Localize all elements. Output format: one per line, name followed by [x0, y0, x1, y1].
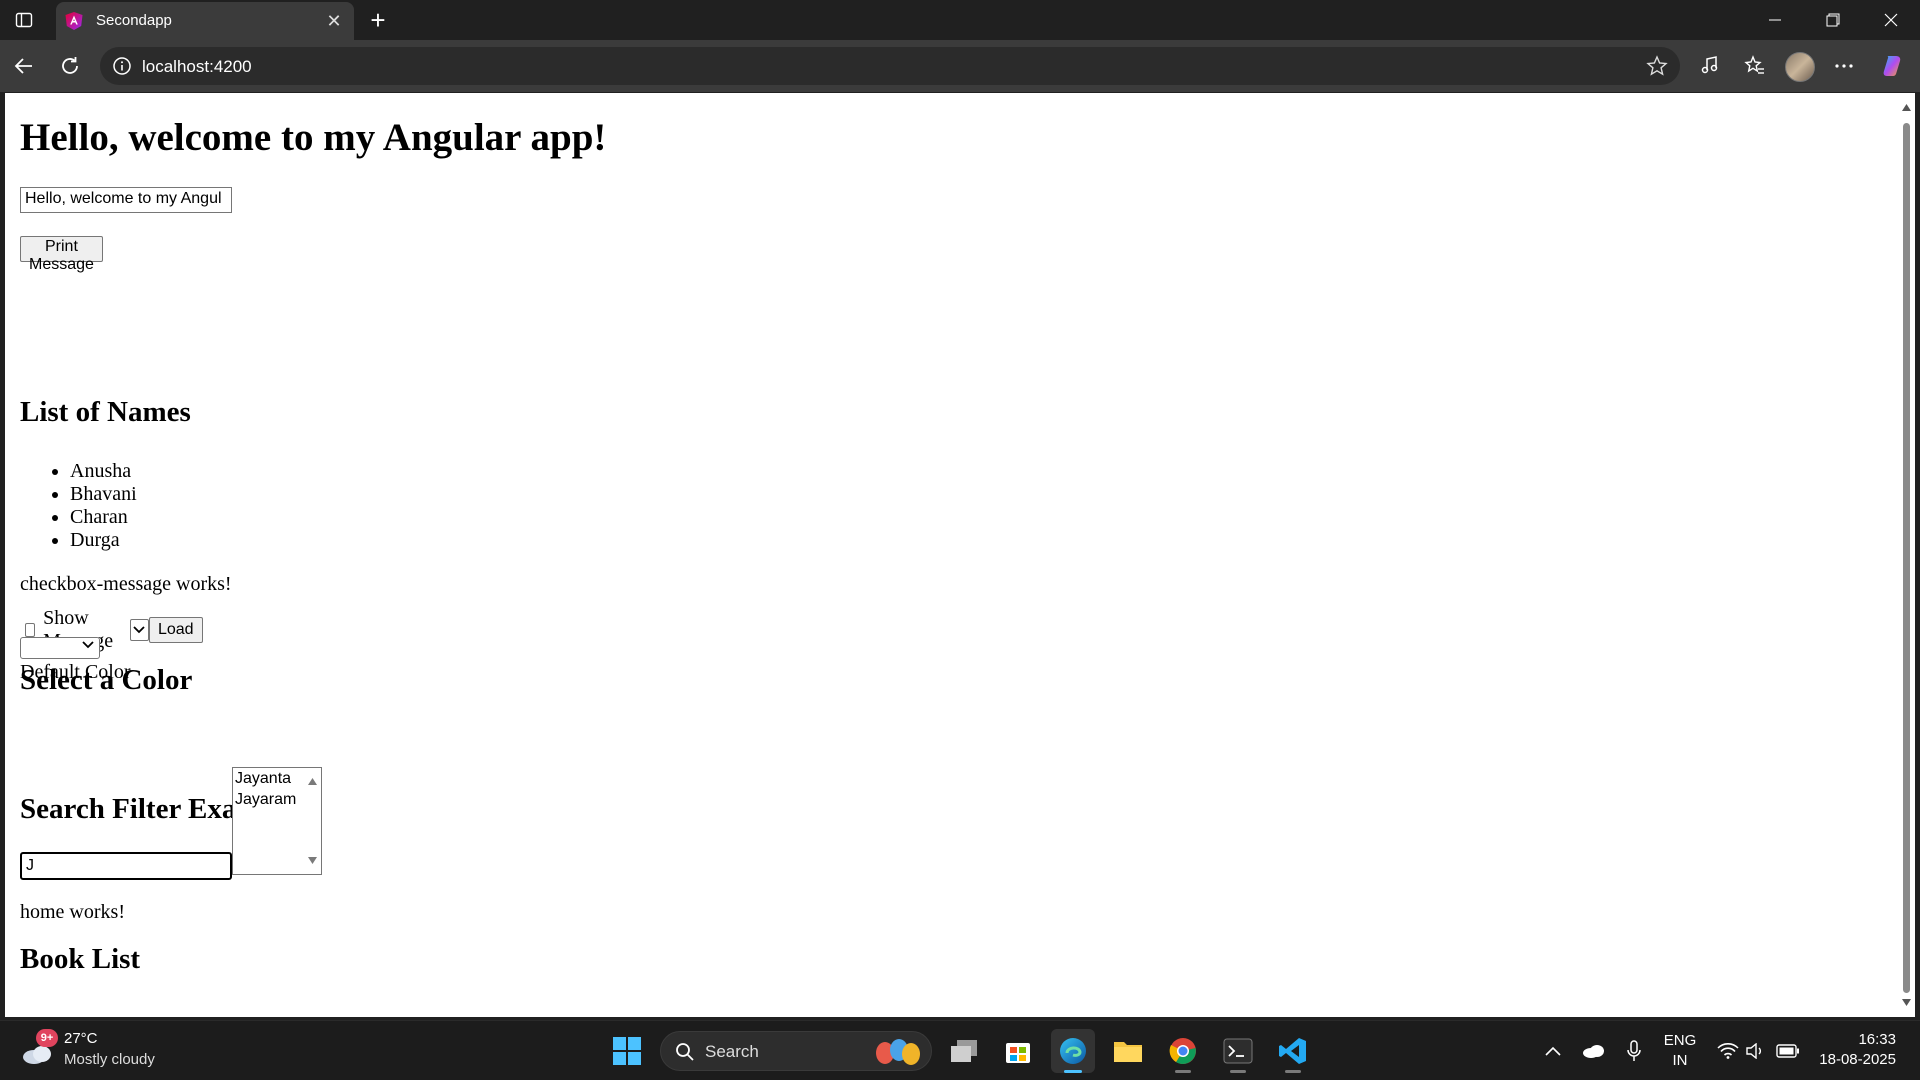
onedrive-cloud-icon[interactable]: [1572, 1029, 1616, 1073]
url-text[interactable]: localhost:4200: [142, 57, 252, 77]
vscode-icon[interactable]: [1271, 1029, 1315, 1073]
edge-browser-icon[interactable]: [1051, 1029, 1095, 1073]
close-window-icon[interactable]: [1862, 0, 1920, 40]
clock-time[interactable]: 16:33: [1858, 1031, 1896, 1048]
favorite-star-icon[interactable]: [1646, 55, 1668, 77]
list-item: Bhavani: [70, 483, 137, 506]
favorites-icon[interactable]: [1739, 50, 1771, 82]
book-list-heading: Book List: [20, 943, 141, 975]
chevron-up-icon[interactable]: [1531, 1029, 1575, 1073]
chevron-down-icon: [133, 626, 146, 634]
browser-toolbar: localhost:4200: [0, 40, 1920, 92]
load-select[interactable]: [129, 619, 149, 641]
names-heading: List of Names: [20, 396, 191, 428]
start-windows-icon[interactable]: [605, 1029, 649, 1073]
angular-logo-icon: [64, 11, 84, 31]
weather-badge: 9+: [36, 1029, 58, 1047]
back-icon[interactable]: [8, 50, 40, 82]
names-list: Anusha Bhavani Charan Durga: [20, 460, 137, 552]
search-input[interactable]: J: [20, 852, 232, 880]
restore-icon[interactable]: [1804, 0, 1862, 40]
list-item: Durga: [70, 529, 137, 552]
browser-tab-bar: Secondapp ✕ +: [0, 0, 1920, 40]
read-aloud-icon[interactable]: [1694, 50, 1726, 82]
language-bottom[interactable]: IN: [1662, 1052, 1698, 1069]
load-button[interactable]: Load: [148, 617, 203, 643]
show-message-checkbox[interactable]: [25, 623, 36, 637]
balloons-icon: [876, 1039, 920, 1065]
chrome-icon[interactable]: [1161, 1029, 1205, 1073]
microphone-icon[interactable]: [1612, 1029, 1656, 1073]
new-tab-icon[interactable]: +: [364, 5, 392, 35]
tab-title: Secondapp: [96, 12, 172, 29]
page-viewport: Hello, welcome to my Angular app! Hello,…: [5, 93, 1898, 1017]
more-options-icon[interactable]: [1828, 50, 1860, 82]
taskbar-search[interactable]: Search: [660, 1031, 932, 1071]
profile-avatar[interactable]: [1785, 52, 1815, 82]
tab-close-icon[interactable]: ✕: [324, 11, 344, 31]
reload-icon[interactable]: [54, 50, 86, 82]
site-info-icon[interactable]: [112, 56, 132, 76]
page-heading: Hello, welcome to my Angular app!: [20, 116, 607, 159]
language-top[interactable]: ENG: [1662, 1032, 1698, 1049]
scroll-thumb[interactable]: [1903, 123, 1910, 993]
microsoft-store-icon[interactable]: [996, 1029, 1040, 1073]
weather-desc[interactable]: Mostly cloudy: [64, 1051, 155, 1068]
sidebar-toggle-icon[interactable]: [12, 8, 36, 32]
minimize-icon[interactable]: [1746, 0, 1804, 40]
address-bar[interactable]: localhost:4200: [100, 47, 1680, 85]
message-input[interactable]: Hello, welcome to my Angul: [20, 187, 232, 213]
battery-icon[interactable]: [1766, 1029, 1810, 1073]
listbox-scrollbar[interactable]: [304, 768, 321, 874]
chevron-down-icon: [82, 641, 94, 649]
search-results-listbox[interactable]: Jayanta Jayaram: [232, 767, 322, 875]
list-item: Anusha: [70, 460, 137, 483]
checkbox-component-text: checkbox-message works!: [20, 573, 232, 595]
file-explorer-icon[interactable]: [1106, 1029, 1150, 1073]
print-message-button[interactable]: Print Message: [20, 236, 103, 273]
color-select[interactable]: [20, 637, 100, 659]
weather-temp[interactable]: 27°C: [64, 1030, 98, 1047]
task-view-icon[interactable]: [942, 1029, 986, 1073]
taskbar: 9+ 27°C Mostly cloudy Search ENG IN 16:3…: [0, 1020, 1920, 1080]
page-scrollbar[interactable]: [1898, 93, 1915, 1017]
color-text: Default Color: [20, 661, 131, 683]
home-text: home works!: [20, 901, 125, 923]
copilot-icon[interactable]: [1876, 50, 1908, 82]
terminal-icon[interactable]: [1216, 1029, 1260, 1073]
list-item: Charan: [70, 506, 137, 529]
search-icon: [676, 1043, 694, 1061]
tab-secondapp[interactable]: Secondapp ✕: [56, 2, 354, 40]
search-label: Search: [705, 1042, 759, 1061]
clock-date[interactable]: 18-08-2025: [1819, 1051, 1896, 1068]
